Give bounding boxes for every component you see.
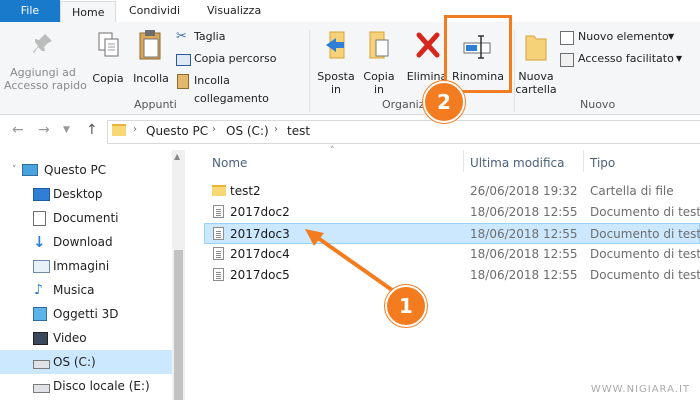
step-1-badge: 1: [385, 285, 427, 327]
watermark: WWW.NIGIARA.IT: [590, 384, 690, 395]
annotation-arrow: [305, 229, 394, 292]
step-2-badge: 2: [423, 81, 465, 123]
